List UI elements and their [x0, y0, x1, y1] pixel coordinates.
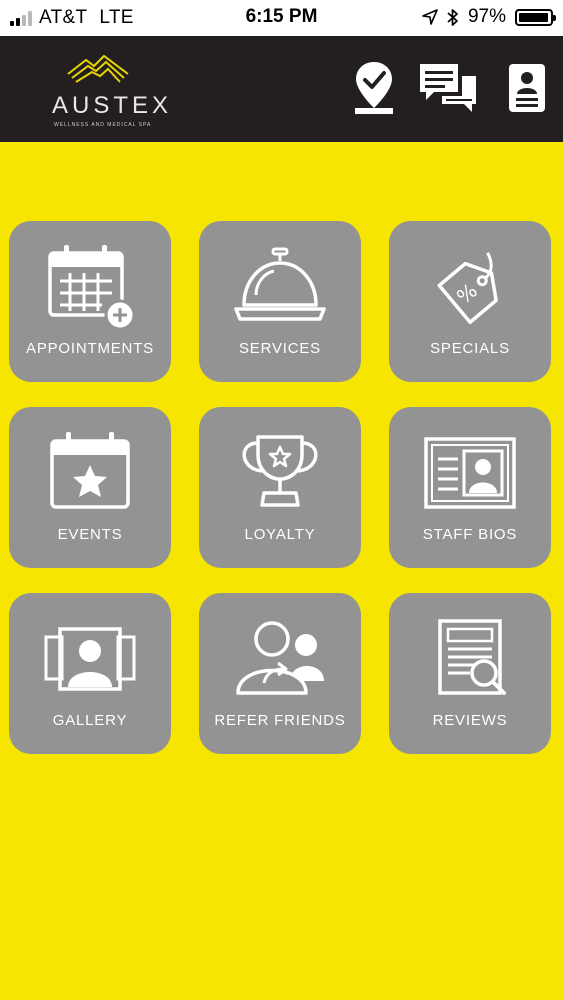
menu-tile-label: SERVICES [239, 340, 321, 357]
menu-tile-events[interactable]: EVENTS [9, 407, 171, 568]
calendar-star-icon [50, 432, 130, 509]
brand-tagline: WELLNESS AND MEDICAL SPA [54, 122, 152, 128]
menu-tile-label: GALLERY [52, 712, 128, 729]
menu-tile-staff-bios[interactable]: STAFF BIOS [389, 407, 551, 568]
battery-icon [515, 8, 556, 26]
menu-tile-label: STAFF BIOS [422, 526, 518, 543]
menu-tile-specials[interactable]: % SPECIALS [389, 221, 551, 382]
bluetooth-icon [447, 8, 458, 26]
calendar-plus-icon [48, 245, 136, 331]
check-in-icon[interactable] [353, 60, 395, 116]
profile-icon[interactable] [507, 60, 547, 116]
service-bell-icon [234, 247, 326, 321]
brand-logo[interactable]: AUSTEX WELLNESS AND MEDICAL SPA [48, 52, 168, 132]
menu-tile-label: EVENTS [57, 526, 123, 543]
messages-icon[interactable] [418, 60, 478, 116]
menu-tile-label: APPOINTMENTS [26, 340, 154, 357]
status-bar: AT&T LTE 6:15 PM 97% [0, 0, 563, 36]
refer-friends-icon [236, 621, 324, 695]
menu-tile-label: REFER FRIENDS [214, 712, 346, 729]
menu-tile-gallery[interactable]: GALLERY [9, 593, 171, 754]
id-card-icon [424, 437, 516, 509]
location-arrow-icon [422, 9, 438, 25]
menu-tile-reviews[interactable]: REVIEWS [389, 593, 551, 754]
status-right: 97% [422, 6, 556, 28]
brand-name: AUSTEX [52, 92, 173, 119]
price-tag-icon: % [437, 252, 498, 324]
menu-tile-label: SPECIALS [430, 340, 510, 357]
menu-tile-refer-friends[interactable]: REFER FRIENDS [199, 593, 361, 754]
photo-gallery-icon [44, 627, 136, 691]
menu-tile-loyalty[interactable]: LOYALTY [199, 407, 361, 568]
app-header: AUSTEX WELLNESS AND MEDICAL SPA [0, 36, 563, 142]
trophy-icon [242, 435, 318, 507]
mountain-logo-icon [67, 54, 129, 83]
battery-fill [519, 12, 549, 22]
menu-tile-appointments[interactable]: APPOINTMENTS [9, 221, 171, 382]
battery-percent: 97% [467, 6, 506, 27]
menu-tile-services[interactable]: SERVICES [199, 221, 361, 382]
menu-tile-label: LOYALTY [244, 526, 316, 543]
menu-tile-label: REVIEWS [432, 712, 508, 729]
reviews-icon [438, 619, 506, 695]
